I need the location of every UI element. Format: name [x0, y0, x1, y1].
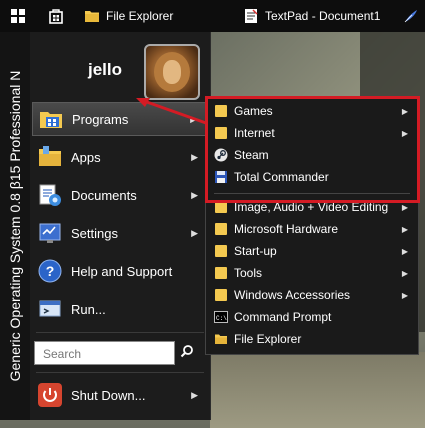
- menu-item-help[interactable]: ? Help and Support: [32, 254, 208, 288]
- start-menu-side-banner: Generic Operating System 0.8 β15 Profess…: [0, 32, 30, 420]
- taskbar-app-extra[interactable]: [403, 0, 425, 32]
- side-banner-text: Generic Operating System 0.8 β15 Profess…: [7, 70, 23, 382]
- chevron-right-icon: ▶: [191, 389, 198, 400]
- submenu-item-command-prompt[interactable]: C:\ Command Prompt: [206, 306, 418, 328]
- feather-app-icon: [404, 10, 417, 23]
- search-icon[interactable]: [180, 344, 194, 358]
- menu-item-run[interactable]: Run...: [32, 292, 208, 326]
- submenu-item-startup[interactable]: Start-up ▶: [206, 240, 418, 262]
- submenu-item-file-explorer[interactable]: File Explorer: [206, 328, 418, 350]
- submenu-item-tools[interactable]: Tools ▶: [206, 262, 418, 284]
- store-icon: [49, 9, 63, 24]
- avatar[interactable]: [144, 44, 200, 100]
- menu-item-run-label: Run...: [71, 301, 106, 317]
- menu-item-settings-label: Settings: [71, 225, 118, 241]
- taskbar-file-explorer-label: File Explorer: [106, 9, 174, 23]
- chevron-right-icon: ▶: [401, 202, 408, 212]
- user-name: jello: [88, 60, 123, 79]
- power-icon: [38, 383, 62, 407]
- menu-item-documents-label: Documents: [71, 187, 137, 203]
- taskbar: File Explorer TextPad - Document1: [0, 0, 425, 32]
- chevron-right-icon: ▶: [401, 290, 408, 300]
- folder-icon: [215, 334, 227, 344]
- search-input[interactable]: Search: [34, 341, 175, 365]
- submenu-item-microsoft-hardware[interactable]: Microsoft Hardware ▶: [206, 218, 418, 240]
- chevron-right-icon: ▶: [401, 268, 408, 278]
- menu-item-programs-label: Programs: [72, 111, 129, 127]
- submenu-item-startup-label: Start-up: [234, 244, 277, 258]
- programs-icon: [40, 112, 62, 128]
- divider: [36, 332, 204, 333]
- apps-folder-icon: [39, 146, 61, 166]
- run-icon: [39, 300, 61, 317]
- submenu-item-file-explorer-label: File Explorer: [234, 332, 302, 346]
- desktop-floor: [210, 352, 425, 428]
- menu-item-shutdown[interactable]: Shut Down... ▶: [32, 378, 208, 412]
- menu-item-apps[interactable]: Apps ▶: [32, 140, 208, 174]
- chevron-right-icon: ▶: [191, 151, 198, 162]
- folder-icon: [85, 11, 99, 22]
- chevron-right-icon: ▶: [191, 189, 198, 200]
- submenu-item-microsoft-hardware-label: Microsoft Hardware: [234, 222, 339, 236]
- menu-item-apps-label: Apps: [71, 149, 101, 165]
- avatar-lion-face: [163, 60, 181, 84]
- settings-icon: [39, 223, 61, 243]
- menu-item-help-label: Help and Support: [71, 263, 173, 279]
- folder-icon: [215, 223, 227, 235]
- svg-text:?: ?: [46, 263, 55, 279]
- svg-text:C:\: C:\: [216, 315, 227, 322]
- submenu-item-tools-label: Tools: [234, 266, 263, 280]
- start-menu: Generic Operating System 0.8 β15 Profess…: [0, 32, 211, 420]
- submenu-item-windows-accessories-label: Windows Accessories: [234, 288, 351, 302]
- divider: [36, 372, 204, 373]
- documents-icon: [39, 184, 61, 206]
- chevron-right-icon: ▶: [401, 246, 408, 256]
- chevron-right-icon: ▶: [191, 227, 198, 238]
- chevron-right-icon: ▶: [401, 224, 408, 234]
- taskbar-file-explorer[interactable]: File Explorer: [84, 0, 173, 32]
- annotation-arrow: [136, 98, 207, 125]
- menu-item-documents[interactable]: Documents ▶: [32, 178, 208, 212]
- windows-logo-icon: [11, 9, 25, 23]
- taskbar-textpad-label: TextPad - Document1: [265, 9, 381, 23]
- menu-item-shutdown-label: Shut Down...: [71, 387, 146, 403]
- submenu-item-windows-accessories[interactable]: Windows Accessories ▶: [206, 284, 418, 306]
- taskbar-textpad[interactable]: TextPad - Document1: [243, 0, 380, 32]
- search-placeholder: Search: [43, 347, 82, 361]
- folder-icon: [215, 245, 227, 257]
- highlight-box: [205, 96, 420, 203]
- textpad-icon: [245, 9, 258, 23]
- menu-item-settings[interactable]: Settings ▶: [32, 216, 208, 250]
- store-button[interactable]: [48, 0, 70, 32]
- help-icon: ?: [38, 259, 62, 283]
- folder-icon: [215, 289, 227, 301]
- start-button[interactable]: [10, 0, 32, 32]
- submenu-item-command-prompt-label: Command Prompt: [234, 310, 332, 324]
- folder-icon: [215, 267, 227, 279]
- command-prompt-icon: C:\: [214, 311, 228, 323]
